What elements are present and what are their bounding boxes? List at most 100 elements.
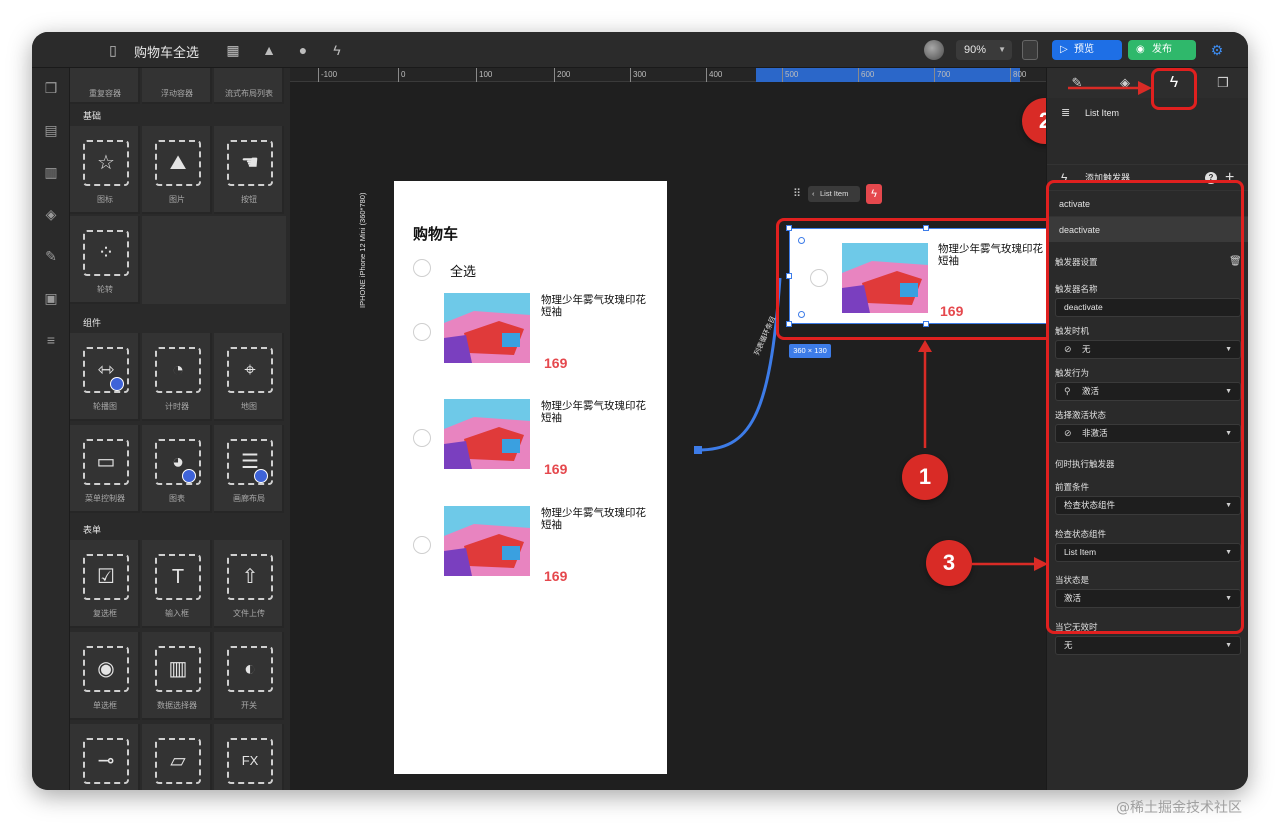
component-label: 菜单控制器 [85,494,125,503]
component-button[interactable]: ☚ 按钮 [214,126,284,214]
component-formula[interactable]: FX [214,724,284,790]
preview-label: 预览 [1074,44,1094,55]
component-checkbox[interactable]: ☑ 复选框 [70,540,140,628]
section-components: 组件 [70,313,290,333]
component-switch[interactable]: ◐ 开关 [214,632,284,720]
parent-selector[interactable]: ‹ List Item [808,186,860,202]
shapes-icon[interactable]: ● [294,41,312,59]
select-all-radio[interactable] [413,259,431,277]
map-pin-icon: ⌖ [227,347,273,393]
ruler-tick: 0 [401,70,406,79]
component-image[interactable]: ⛰ 图片 [142,126,212,214]
upload-icon: ⇧ [227,554,273,600]
chevron-down-icon: ▼ [998,45,1006,54]
box-icon[interactable]: ❒ [1213,74,1233,92]
cube-icon[interactable]: ❒ [41,78,61,98]
component-timer[interactable]: ◔ 计时器 [142,333,212,421]
layers-icon[interactable]: ◈ [41,204,61,224]
component-data-picker[interactable]: ▥ 数据选择器 [142,632,212,720]
zoom-value: 90% [964,44,987,56]
top-toolbar: ▯ 购物车全选 ▦ ▲ ● ϟ 90% ▼ ▷ 预览 ◉ 发布 ⚙ [32,32,1248,68]
component-label: 轮转 [97,285,113,294]
database-icon: ≣ [1061,107,1071,119]
app-window: ▯ 购物车全选 ▦ ▲ ● ϟ 90% ▼ ▷ 预览 ◉ 发布 ⚙ ❒ ▤ ▥ ◈ ✎… [32,32,1248,790]
annotation-badge-3: 3 [926,540,972,586]
avatar[interactable] [924,40,944,60]
selected-component-row: ≣ List Item [1047,100,1248,126]
product-name: 物理少年雾气玫瑰印花短袖 [541,294,646,318]
toggle-icon: ◐ [227,646,273,692]
layout-icon[interactable]: ▥ [41,162,61,182]
ruler-tick: 300 [633,70,647,79]
component-panel: 重复容器 浮动容器 流式布局列表 基础 ☆ 图标 ⛰ 图片 ☚ 按钮 ⁘ 轮转 组件 ⇿… [70,68,290,790]
ruler-tick: 600 [861,70,875,79]
when-invalid-select[interactable]: 无 ▼ [1055,636,1241,655]
component-label: 单选框 [93,701,117,710]
chevron-left-icon: ‹ [812,189,815,198]
component-label: 重复容器 [89,89,121,98]
ruler-tick: 100 [479,70,493,79]
design-canvas[interactable]: -100 0 100 200 300 400 500 600 700 800 I… [290,68,1068,790]
trigger-bolt-icon[interactable]: ϟ [866,184,882,204]
calculator-icon[interactable]: ▦ [224,41,242,59]
zoom-select[interactable]: 90% ▼ [956,40,1012,60]
database-icon [254,469,268,483]
pages-icon[interactable]: ▣ [41,288,61,308]
component-float-container[interactable]: 浮动容器 [142,68,212,104]
brush-icon[interactable]: ✎ [41,246,61,266]
component-icon[interactable]: ☆ 图标 [70,126,140,214]
component-radio[interactable]: ◉ 单选框 [70,632,140,720]
product-radio[interactable] [413,536,431,554]
ruler-line [1010,68,1011,82]
slider-icon: ⊸ [83,738,129,784]
product-price: 169 [544,355,568,371]
component-spinner[interactable]: ⁘ 轮转 [70,216,140,304]
component-chart[interactable]: ◕ 图表 [142,425,212,513]
component-label: 数据选择器 [157,701,197,710]
product-radio[interactable] [413,429,431,447]
component-textarea[interactable]: ▱ [142,724,212,790]
component-file-upload[interactable]: ⇧ 文件上传 [214,540,284,628]
textarea-icon: ▱ [155,738,201,784]
component-label: 图标 [97,195,113,204]
sliders-icon[interactable]: ⚙ [1208,41,1226,59]
component-gallery[interactable]: ☰ 画廊布局 [214,425,284,513]
component-menu-controller[interactable]: ▭ 菜单控制器 [70,425,140,513]
component-flow-list[interactable]: 流式布局列表 [214,68,284,104]
component-label: 画廊布局 [233,494,265,503]
ruler-tick: 800 [1013,70,1027,79]
ruler-tick: -100 [321,70,338,79]
drive-icon[interactable]: ▲ [260,41,278,59]
phone-artboard[interactable]: 购物车 全选 物理少年雾气玫瑰印花短袖 169 物理少年雾气玫瑰印花短袖 169… [394,181,667,774]
checkbox-icon: ☑ [83,554,129,600]
ruler: -100 0 100 200 300 400 500 600 700 800 [290,68,1046,82]
annotation-3-highlight [1046,180,1244,634]
component-label: 计时器 [165,402,189,411]
components-icon[interactable]: ▤ [41,120,61,140]
lightning-icon[interactable]: ϟ [328,41,346,59]
annotation-2-arrow [1068,81,1152,95]
component-repeat-container[interactable]: 重复容器 [70,68,140,104]
component-label: 文件上传 [233,609,265,618]
component-input[interactable]: T 输入框 [142,540,212,628]
ruler-tick: 200 [557,70,571,79]
publish-button[interactable]: ◉ 发布 [1128,40,1196,60]
device-icon[interactable] [1022,40,1038,60]
component-label: 轮播图 [93,402,117,411]
ruler-line [782,68,783,82]
product-radio[interactable] [413,323,431,341]
product-image [444,399,530,469]
sidebar-toggle-icon[interactable]: ▯ [104,41,122,59]
stack-icon[interactable]: ≡ [41,330,61,350]
product-name: 物理少年雾气玫瑰印花短袖 [541,400,646,424]
component-carousel[interactable]: ⇿ 轮播图 [70,333,140,421]
image-icon: ⛰ [155,140,201,186]
drag-grip-icon[interactable]: ⠿ [790,184,804,204]
component-slider[interactable]: ⊸ [70,724,140,790]
component-map[interactable]: ⌖ 地图 [214,333,284,421]
preview-button[interactable]: ▷ 预览 [1052,40,1122,60]
spinner-icon: ⁘ [83,230,129,276]
product-price: 169 [544,568,568,584]
section-form: 表单 [70,520,290,540]
ruler-line [554,68,555,82]
